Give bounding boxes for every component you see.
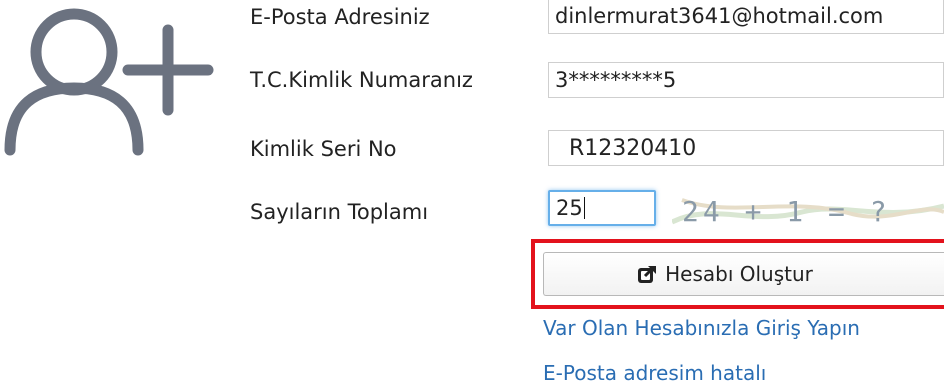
email-field[interactable]: dinlermurat3641@hotmail.com (548, 0, 944, 34)
captcha-image: 24 + 1 = ? (672, 192, 944, 228)
sum-label: Sayıların Toplamı (250, 200, 429, 224)
email-wrong-link[interactable]: E-Posta adresim hatalı (543, 361, 766, 385)
captcha-answer-input[interactable]: 25 (548, 190, 656, 226)
kimlik-seri-label: Kimlik Seri No (250, 137, 397, 161)
login-existing-link[interactable]: Var Olan Hesabınızla Giriş Yapın (543, 316, 860, 340)
text-caret (583, 197, 585, 219)
kimlik-seri-field[interactable]: R12320410 (548, 130, 944, 166)
captcha-answer-value: 25 (556, 196, 583, 220)
create-account-label: Hesabı Oluştur (665, 262, 813, 286)
email-label: E-Posta Adresiniz (250, 5, 430, 29)
add-user-icon (4, 8, 214, 156)
tc-kimlik-label: T.C.Kimlik Numaranız (250, 68, 473, 92)
external-link-icon (638, 265, 657, 283)
captcha-text: 24 + 1 = ? (682, 195, 891, 228)
tc-kimlik-field[interactable]: 3*********5 (548, 62, 944, 98)
create-account-button[interactable]: Hesabı Oluştur (543, 252, 944, 296)
